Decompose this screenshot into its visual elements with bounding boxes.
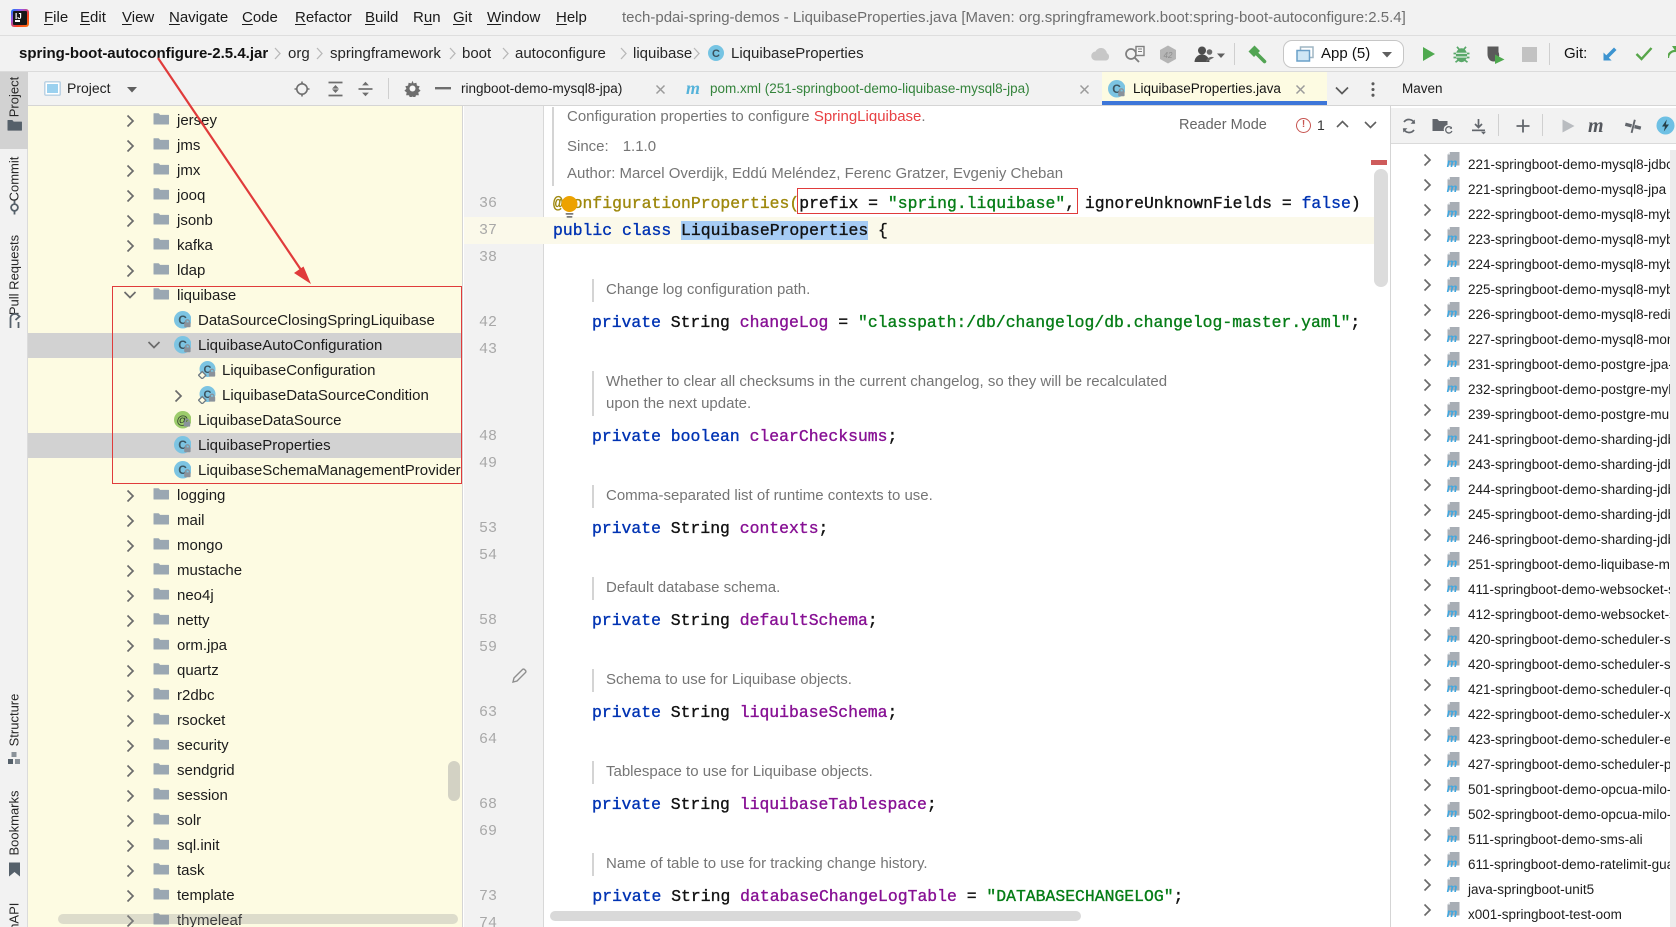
svg-text:42: 42 [1164, 51, 1173, 60]
